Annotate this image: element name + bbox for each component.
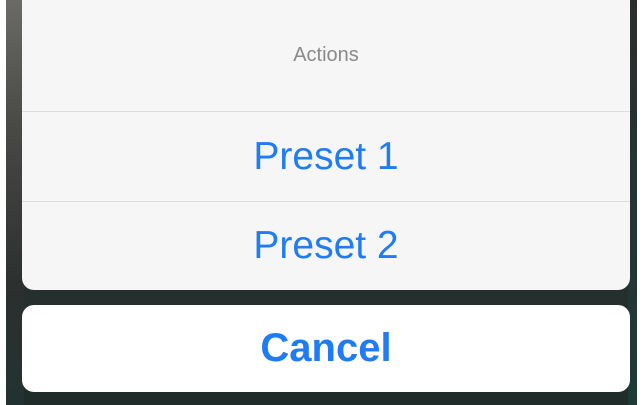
screen: Actions Preset 1 Preset 2 Cancel (0, 0, 643, 405)
action-sheet-group: Actions Preset 1 Preset 2 (22, 0, 630, 290)
action-sheet-title: Actions (22, 0, 630, 112)
cancel-button[interactable]: Cancel (22, 305, 630, 392)
preset-1-button[interactable]: Preset 1 (22, 112, 630, 201)
preset-2-button[interactable]: Preset 2 (22, 201, 630, 290)
